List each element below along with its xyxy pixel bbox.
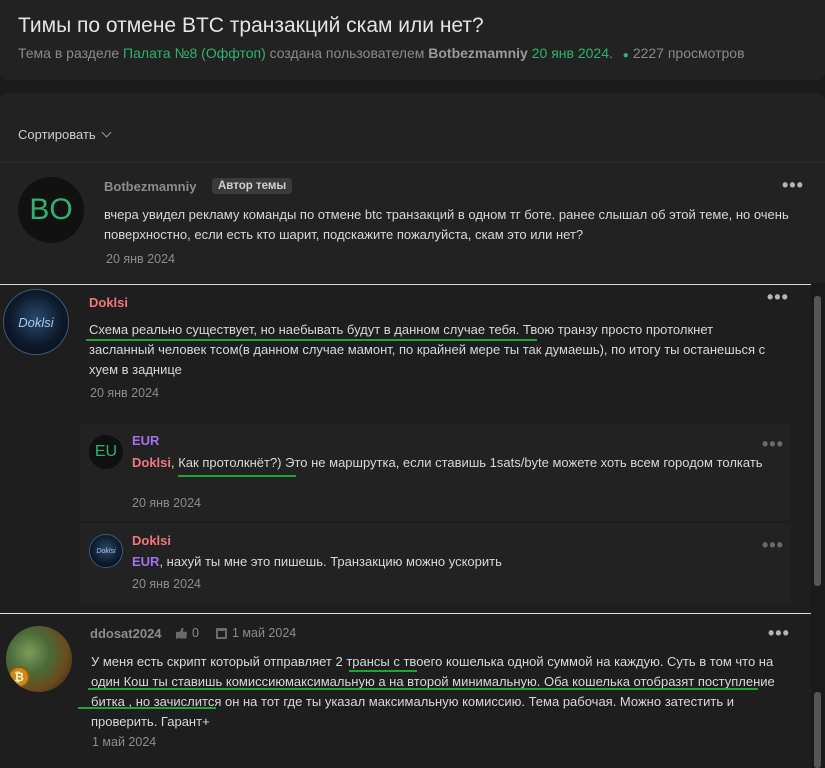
thread-title: Тимы по отмене BTC транзакций скам или н… — [18, 14, 484, 37]
likes-stat: 0 — [176, 626, 199, 640]
post-date[interactable]: 1 май 2024 — [92, 735, 156, 749]
meta-prefix: Тема в разделе — [18, 45, 120, 61]
more-options-icon[interactable]: ••• — [767, 288, 789, 306]
highlight-underline — [178, 475, 296, 477]
highlight-underline — [88, 688, 758, 690]
more-options-icon[interactable]: ••• — [762, 435, 784, 453]
reply-text: EUR, нахуй ты мне это пишешь. Транзакцию… — [132, 552, 772, 572]
author-badge: Автор темы — [212, 178, 293, 194]
divider — [0, 162, 825, 163]
reply-username[interactable]: Doklsi — [132, 533, 171, 548]
highlight-underline — [349, 670, 417, 672]
scrollbar-thumb[interactable] — [814, 692, 821, 768]
post-date[interactable]: 20 янв 2024 — [90, 386, 159, 400]
thread-header: Тимы по отмене BTC транзакций скам или н… — [0, 0, 825, 80]
reply-body: , Как протолкнёт?) Это не маршрутка, есл… — [171, 455, 763, 470]
post-text: вчера увидел рекламу команды по отмене b… — [104, 207, 789, 242]
avatar[interactable]: EU — [89, 435, 123, 469]
reply-text: Doklsi, Как протолкнёт?) Это не маршрутк… — [132, 453, 772, 473]
likes-count: 0 — [192, 626, 199, 640]
highlight-underline — [78, 707, 216, 709]
post-date[interactable]: 20 янв 2024 — [106, 252, 175, 266]
meta-mid: создана пользователем — [269, 45, 425, 61]
avatar[interactable]: Doklsi — [3, 289, 69, 355]
thumbs-up-icon — [176, 627, 187, 639]
joined-date: 1 май 2024 — [232, 626, 297, 640]
views-count: 2227 просмотров — [632, 45, 745, 61]
sort-label: Сортировать — [18, 127, 96, 142]
thread-date[interactable]: 20 янв 2024 — [532, 45, 609, 61]
reply-username[interactable]: EUR — [132, 433, 159, 448]
mention-link[interactable]: EUR — [132, 554, 159, 569]
post-text: У меня есть скрипт который отправляет 2 … — [91, 654, 775, 729]
mention-link[interactable]: Doklsi — [132, 455, 171, 470]
joined-stat: 1 май 2024 — [216, 626, 296, 640]
author-link[interactable]: Botbezmamniy — [428, 45, 528, 61]
bitcoin-icon: ₿ — [8, 666, 30, 688]
avatar[interactable]: BO — [18, 177, 84, 243]
more-options-icon[interactable]: ••• — [782, 176, 804, 194]
more-options-icon[interactable]: ••• — [768, 624, 790, 642]
section-link[interactable]: Палата №8 (Оффтоп) — [123, 45, 266, 61]
reply-date[interactable]: 20 янв 2024 — [132, 496, 201, 510]
avatar[interactable]: ₿ — [6, 626, 72, 692]
reply-body: , нахуй ты мне это пишешь. Транзакцию мо… — [159, 554, 502, 569]
reply-date[interactable]: 20 янв 2024 — [132, 577, 201, 591]
avatar[interactable]: Doklsi — [89, 534, 123, 568]
thread-meta: Тема в разделе Палата №8 (Оффтоп) создан… — [18, 45, 745, 61]
post-username[interactable]: ddosat2024 — [90, 626, 162, 641]
views-dot-icon: ● — [622, 50, 629, 61]
post-text: Схема реально существует, но наебывать б… — [89, 322, 766, 377]
more-options-icon[interactable]: ••• — [762, 536, 784, 554]
highlight-underline — [86, 339, 537, 341]
calendar-icon — [216, 627, 227, 639]
chevron-down-icon — [101, 127, 112, 138]
post-username[interactable]: Doklsi — [89, 295, 128, 310]
scrollbar-thumb[interactable] — [814, 296, 821, 586]
post-username[interactable]: Botbezmamniy — [104, 179, 196, 194]
sort-dropdown[interactable]: Сортировать — [18, 127, 112, 142]
